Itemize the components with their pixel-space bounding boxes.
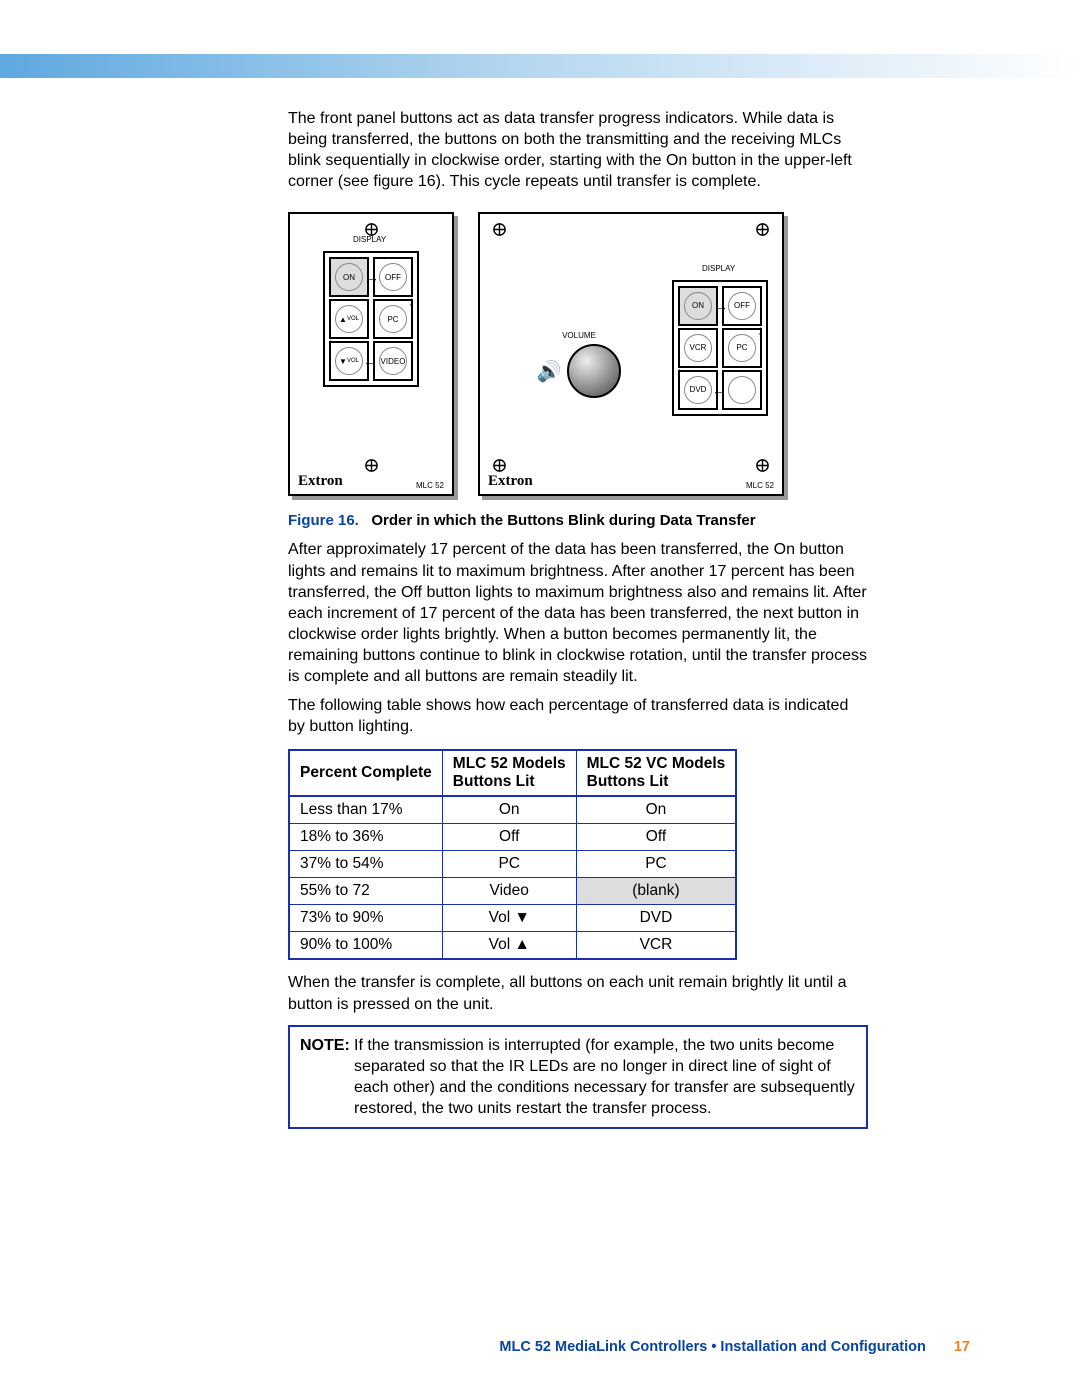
- cell-percent: Less than 17%: [289, 796, 442, 824]
- button-pc: PC: [722, 328, 762, 368]
- arrow-down-icon: ↓: [757, 322, 764, 338]
- button-off: OFF: [373, 257, 413, 297]
- note-box: NOTE:If the transmission is interrupted …: [288, 1025, 868, 1129]
- cell-mlc52vc: PC: [576, 851, 736, 878]
- volume-knob: [567, 344, 621, 398]
- figure-title: Order in which the Buttons Blink during …: [371, 512, 755, 529]
- button-vcr: VCR: [678, 328, 718, 368]
- button-vol-up: ▲VOL: [329, 299, 369, 339]
- volume-label: VOLUME: [562, 331, 596, 340]
- cell-percent: 90% to 100%: [289, 932, 442, 960]
- cell-mlc52vc: Off: [576, 824, 736, 851]
- screw-icon: [364, 458, 379, 473]
- arrow-up-icon: ↑: [327, 335, 334, 351]
- speaker-icon: 🔊: [537, 359, 562, 384]
- model-label: MLC 52: [746, 481, 774, 490]
- button-on: ON: [329, 257, 369, 297]
- cell-mlc52: Vol ▲: [442, 932, 576, 960]
- arrow-right-icon: →: [365, 269, 379, 285]
- table-row: 55% to 72Video(blank): [289, 878, 736, 905]
- arrow-left-icon: ←: [712, 382, 726, 398]
- cell-mlc52vc: DVD: [576, 905, 736, 932]
- cell-mlc52: PC: [442, 851, 576, 878]
- header-gradient-bar: [0, 54, 1080, 78]
- cell-mlc52vc: VCR: [576, 932, 736, 960]
- display-label: DISPLAY: [702, 264, 735, 273]
- cell-percent: 37% to 54%: [289, 851, 442, 878]
- figure-caption: Figure 16. Order in which the Buttons Bl…: [288, 512, 868, 529]
- cell-mlc52: Vol ▼: [442, 905, 576, 932]
- table-row: 90% to 100%Vol ▲VCR: [289, 932, 736, 960]
- note-lead: NOTE:: [300, 1035, 354, 1056]
- cell-mlc52: On: [442, 796, 576, 824]
- brand-label: Extron: [488, 473, 533, 490]
- note-text: If the transmission is interrupted (for …: [354, 1037, 855, 1117]
- display-label: DISPLAY: [353, 235, 386, 244]
- volume-control: VOLUME 🔊: [537, 331, 622, 398]
- footer-title: MLC 52 MediaLink Controllers • Installat…: [499, 1339, 925, 1355]
- paragraph-after-figure: After approximately 17 percent of the da…: [288, 539, 868, 687]
- figure-number: Figure 16.: [288, 512, 359, 529]
- page-content: The front panel buttons act as data tran…: [288, 108, 868, 1129]
- arrow-down-icon: ↓: [408, 293, 415, 309]
- table-row: Less than 17%OnOn: [289, 796, 736, 824]
- page-footer: MLC 52 MediaLink Controllers • Installat…: [499, 1339, 970, 1355]
- button-video: VIDEO: [373, 341, 413, 381]
- paragraph-intro: The front panel buttons act as data tran…: [288, 108, 868, 192]
- th-mlc52: MLC 52 ModelsButtons Lit: [442, 750, 576, 796]
- page-number: 17: [954, 1339, 970, 1355]
- device-panel-mlc52vc: VOLUME 🔊 DISPLAY ON OFF →: [478, 212, 784, 496]
- brand-label: Extron: [298, 473, 343, 490]
- device-panel-mlc52: DISPLAY ON OFF → ▲VOL PC ↓ ▼VOL VIDEO: [288, 212, 454, 496]
- button-grid: ON OFF → ▲VOL PC ↓ ▼VOL VIDEO ↑ ←: [323, 251, 419, 387]
- th-mlc52vc: MLC 52 VC ModelsButtons Lit: [576, 750, 736, 796]
- cell-percent: 55% to 72: [289, 878, 442, 905]
- table-row: 37% to 54%PCPC: [289, 851, 736, 878]
- button-off: OFF: [722, 286, 762, 326]
- button-on: ON: [678, 286, 718, 326]
- model-label: MLC 52: [416, 481, 444, 490]
- screw-icon: [755, 458, 770, 473]
- cell-mlc52vc: (blank): [576, 878, 736, 905]
- table-row: 73% to 90%Vol ▼DVD: [289, 905, 736, 932]
- cell-mlc52vc: On: [576, 796, 736, 824]
- th-percent-complete: Percent Complete: [289, 750, 442, 796]
- cell-mlc52: Off: [442, 824, 576, 851]
- data-transfer-table: Percent Complete MLC 52 ModelsButtons Li…: [288, 749, 737, 960]
- screw-icon: [492, 458, 507, 473]
- cell-percent: 18% to 36%: [289, 824, 442, 851]
- button-pc: PC: [373, 299, 413, 339]
- arrow-left-icon: ←: [363, 353, 377, 369]
- screw-icon: [755, 222, 770, 237]
- table-row: 18% to 36%OffOff: [289, 824, 736, 851]
- arrow-up-icon: ↑: [676, 364, 683, 380]
- button-grid: ON OFF → VCR PC ↓ DVD ↑: [672, 280, 768, 416]
- cell-percent: 73% to 90%: [289, 905, 442, 932]
- paragraph-table-intro: The following table shows how each perce…: [288, 695, 868, 737]
- button-blank: [722, 370, 762, 410]
- cell-mlc52: Video: [442, 878, 576, 905]
- figure-16: DISPLAY ON OFF → ▲VOL PC ↓ ▼VOL VIDEO: [288, 212, 868, 496]
- paragraph-after-table: When the transfer is complete, all butto…: [288, 972, 868, 1014]
- screw-icon: [492, 222, 507, 237]
- arrow-right-icon: →: [714, 298, 728, 314]
